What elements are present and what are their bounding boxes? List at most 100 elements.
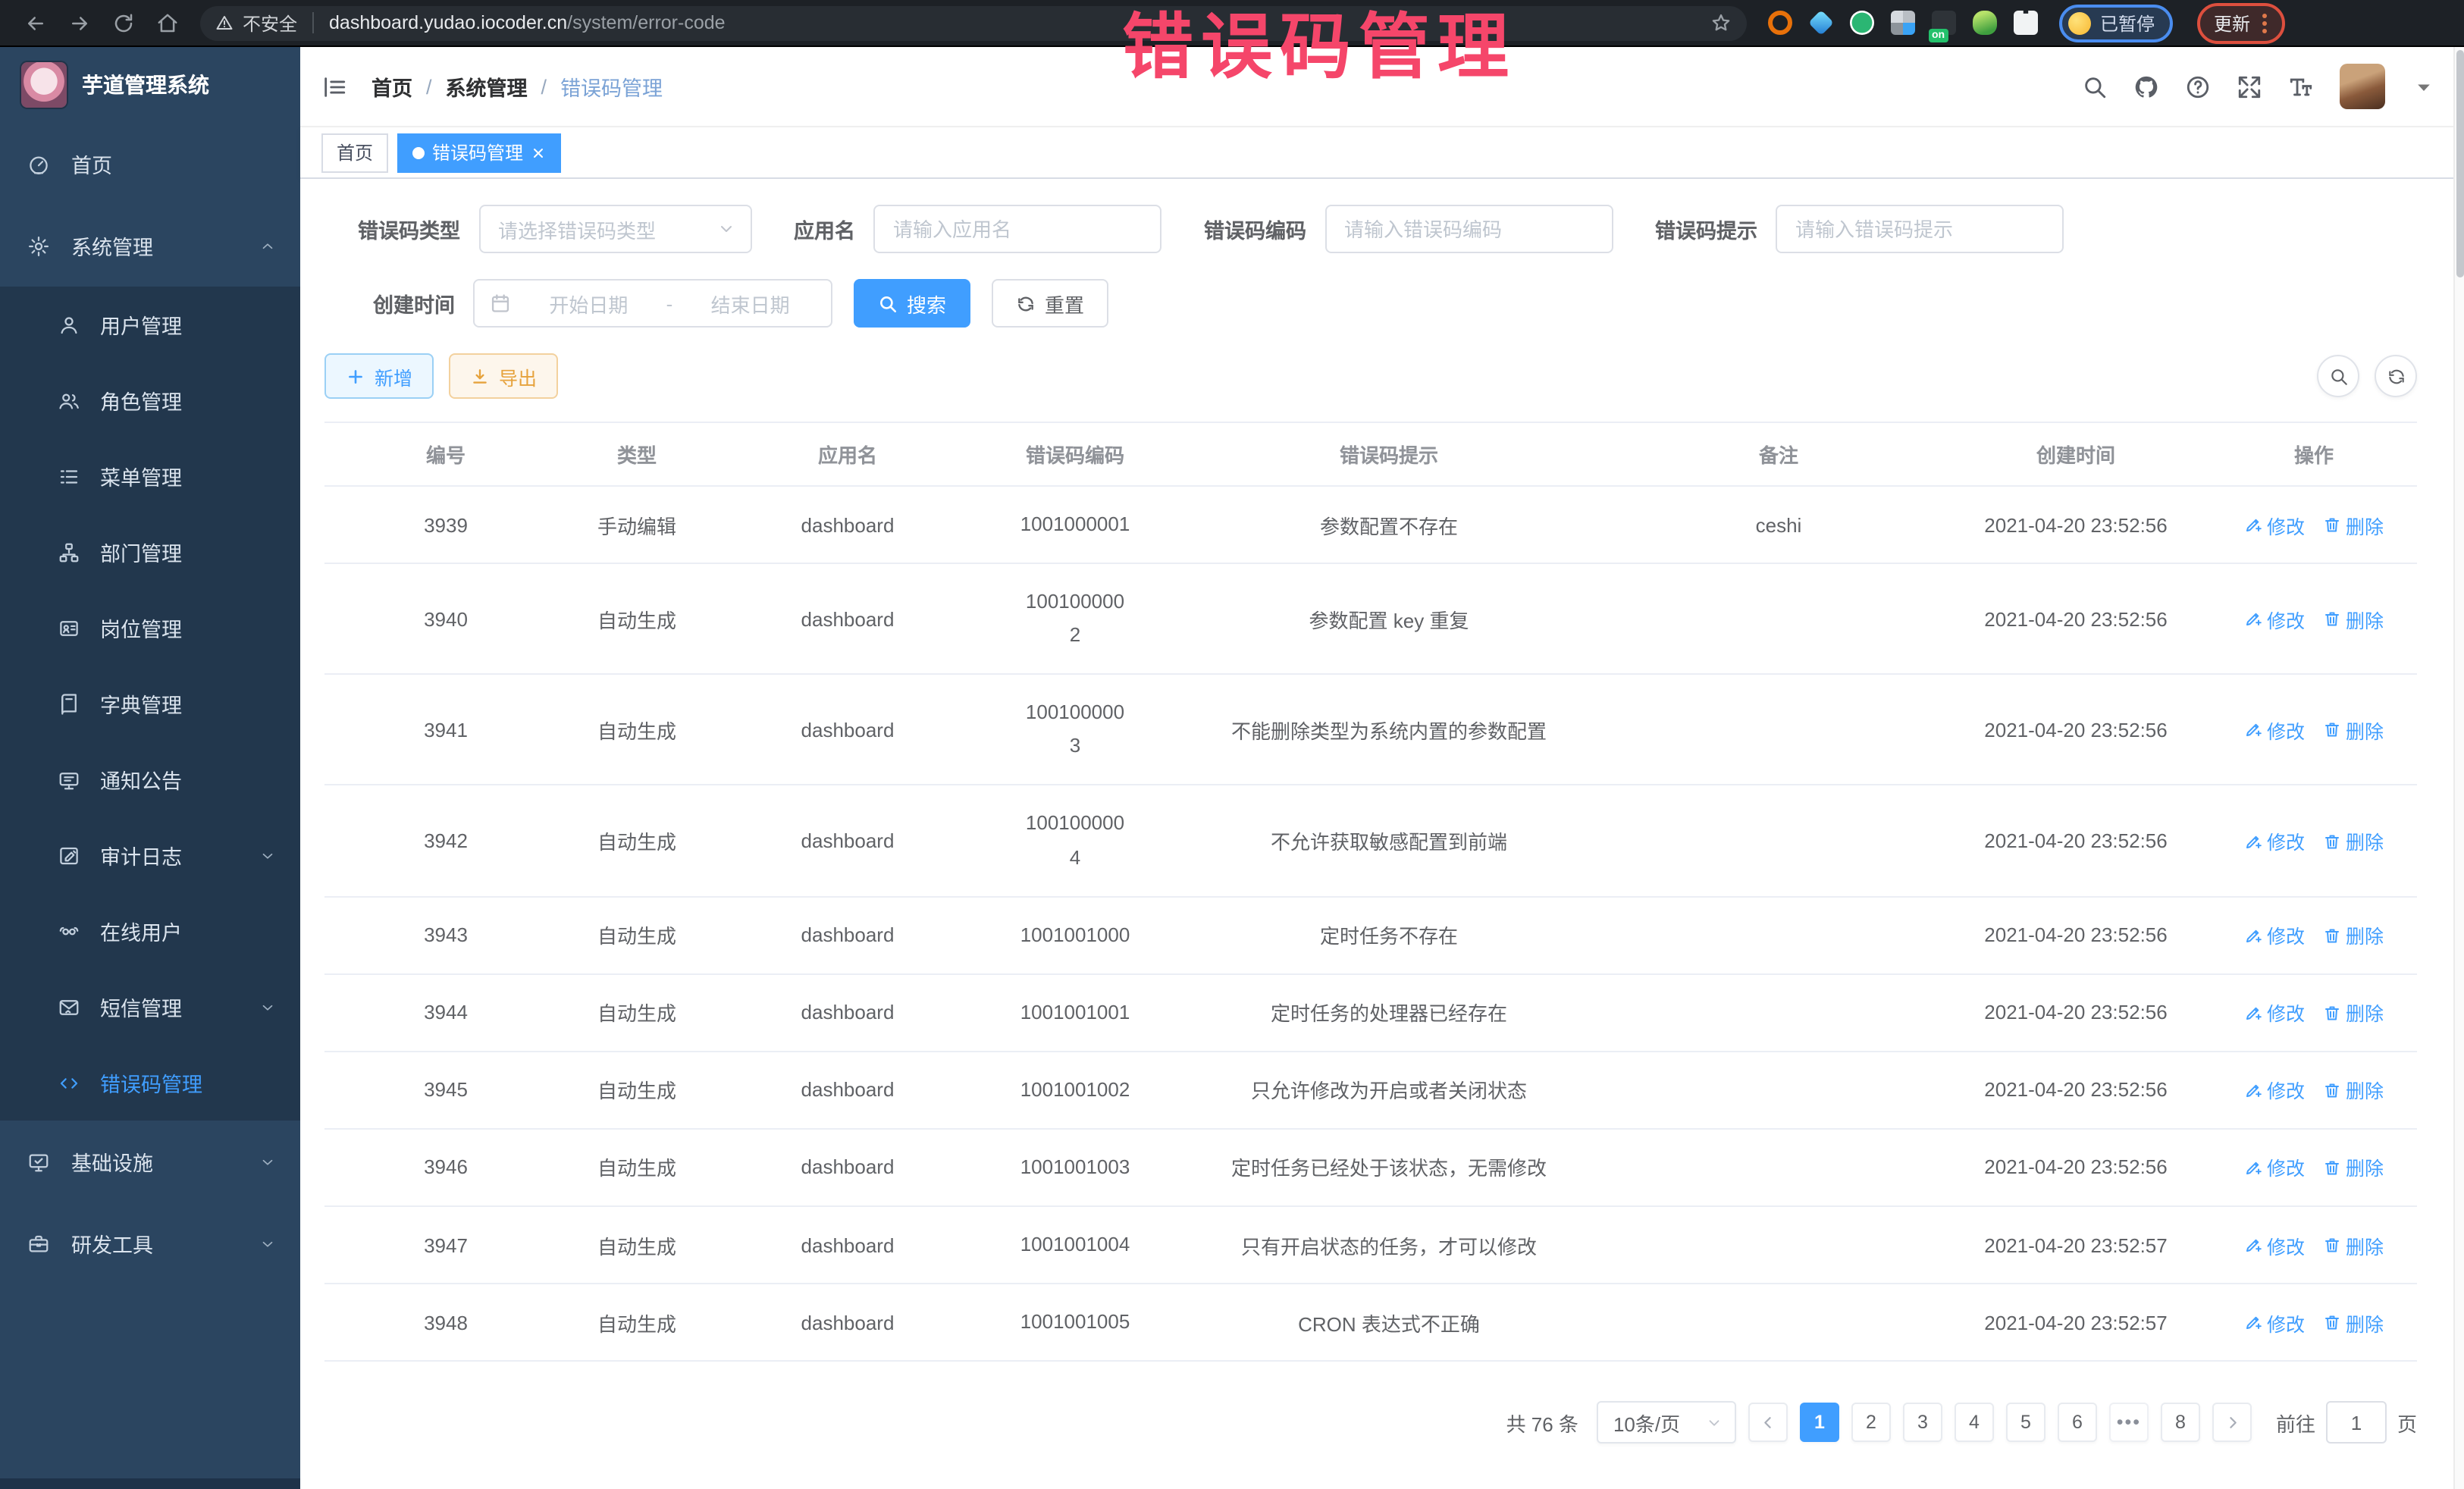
scrollbar-thumb[interactable] — [2456, 50, 2464, 277]
breadcrumb-system[interactable]: 系统管理 — [446, 71, 528, 102]
next-page-button[interactable] — [2212, 1403, 2252, 1442]
delete-link[interactable]: 删除 — [2323, 826, 2384, 855]
search-button[interactable]: 搜索 — [854, 279, 970, 328]
sidebar-item-1[interactable]: 系统管理 — [0, 205, 300, 287]
ext-grid-icon[interactable] — [1891, 11, 1915, 35]
ext-key-icon[interactable] — [1973, 11, 1997, 35]
sidebar-item-12[interactable]: 错误码管理 — [0, 1045, 300, 1121]
sidebar-item-10[interactable]: 在线用户 — [0, 893, 300, 969]
sidebar: 芋道管理系统 首页系统管理用户管理角色管理菜单管理部门管理岗位管理字典管理通知公… — [0, 47, 300, 1489]
delete-link[interactable]: 删除 — [2323, 1153, 2384, 1182]
sidebar-item-11[interactable]: 短信管理 — [0, 969, 300, 1045]
page-unit-label: 页 — [2397, 1408, 2417, 1437]
font-size-icon[interactable] — [2288, 74, 2314, 99]
tab-1[interactable]: 错误码管理 — [397, 133, 561, 172]
add-button[interactable]: 新增 — [324, 353, 434, 399]
delete-link[interactable]: 删除 — [2323, 998, 2384, 1027]
edit-link[interactable]: 修改 — [2244, 1308, 2305, 1337]
sidebar-logo-row[interactable]: 芋道管理系统 — [0, 47, 300, 123]
page-button-1[interactable]: 1 — [1800, 1403, 1839, 1442]
reset-button[interactable]: 重置 — [992, 279, 1108, 328]
edit-link[interactable]: 修改 — [2244, 1076, 2305, 1105]
edit-link[interactable]: 修改 — [2244, 716, 2305, 744]
ext-vue-icon[interactable] — [1850, 11, 1874, 35]
help-icon[interactable] — [2185, 74, 2211, 99]
sidebar-menu: 首页系统管理用户管理角色管理菜单管理部门管理岗位管理字典管理通知公告审计日志在线… — [0, 123, 300, 1284]
ext-orange-icon[interactable] — [1768, 11, 1792, 35]
sidebar-item-3[interactable]: 角色管理 — [0, 362, 300, 438]
sidebar-item-7[interactable]: 字典管理 — [0, 666, 300, 741]
sidebar-item-0[interactable]: 首页 — [0, 123, 300, 205]
edit-link[interactable]: 修改 — [2244, 1230, 2305, 1259]
github-icon[interactable] — [2133, 74, 2159, 99]
browser-update-button[interactable]: 更新 — [2197, 2, 2285, 43]
sidebar-item-13[interactable]: 基础设施 — [0, 1121, 300, 1202]
back-icon[interactable] — [24, 11, 47, 34]
cell-type: 自动生成 — [567, 1052, 707, 1129]
security-indicator[interactable]: 不安全 — [215, 10, 297, 36]
delete-link[interactable]: 删除 — [2323, 920, 2384, 949]
app-name-input[interactable] — [873, 205, 1161, 253]
ext-puzzle-icon[interactable] — [2014, 11, 2038, 35]
page-button-6[interactable]: 6 — [2058, 1403, 2097, 1442]
prev-page-button[interactable] — [1748, 1403, 1788, 1442]
more-pages-button[interactable]: ••• — [2109, 1403, 2149, 1442]
error-code-input[interactable] — [1324, 205, 1613, 253]
sidebar-item-2[interactable]: 用户管理 — [0, 287, 300, 362]
sidebar-item-9[interactable]: 审计日志 — [0, 817, 300, 893]
sidebar-item-14[interactable]: 研发工具 — [0, 1202, 300, 1284]
paused-extension-badge[interactable]: 已暂停 — [2059, 4, 2173, 42]
page-button-4[interactable]: 4 — [1955, 1403, 1994, 1442]
breadcrumb-home[interactable]: 首页 — [371, 71, 412, 102]
edit-link[interactable]: 修改 — [2244, 1153, 2305, 1182]
ext-proxy-icon[interactable]: on — [1932, 11, 1956, 35]
error-type-select[interactable]: 请选择错误码类型 — [478, 205, 751, 253]
edit-link[interactable]: 修改 — [2244, 510, 2305, 539]
page-size-select[interactable]: 10条/页 — [1597, 1401, 1736, 1444]
chevron-up-icon — [259, 237, 276, 254]
tab-0[interactable]: 首页 — [321, 133, 388, 172]
date-range-picker[interactable]: 开始日期 - 结束日期 — [473, 279, 832, 328]
sidebar-item-5[interactable]: 部门管理 — [0, 514, 300, 590]
toggle-search-button[interactable] — [2317, 355, 2359, 397]
page-button-5[interactable]: 5 — [2006, 1403, 2045, 1442]
edit-link[interactable]: 修改 — [2244, 826, 2305, 855]
page-button-8[interactable]: 8 — [2161, 1403, 2200, 1442]
search-icon[interactable] — [2082, 74, 2108, 99]
refresh-table-button[interactable] — [2375, 355, 2417, 397]
delete-link[interactable]: 删除 — [2323, 1076, 2384, 1105]
browser-menu-icon[interactable] — [2262, 20, 2267, 25]
edit-link[interactable]: 修改 — [2244, 920, 2305, 949]
edit-link[interactable]: 修改 — [2244, 604, 2305, 633]
edit-link[interactable]: 修改 — [2244, 998, 2305, 1027]
delete-link[interactable]: 删除 — [2323, 510, 2384, 539]
error-hint-input[interactable] — [1776, 205, 2064, 253]
goto-page-input[interactable] — [2326, 1401, 2387, 1444]
page-scrollbar[interactable] — [2453, 47, 2464, 1489]
page-button-2[interactable]: 2 — [1851, 1403, 1891, 1442]
export-button[interactable]: 导出 — [449, 353, 558, 399]
address-bar[interactable]: 不安全 dashboard.yudao.iocoder.cn/system/er… — [200, 5, 1747, 40]
home-icon[interactable] — [156, 11, 179, 34]
delete-link[interactable]: 删除 — [2323, 1308, 2384, 1337]
user-avatar[interactable] — [2340, 64, 2385, 109]
fullscreen-icon[interactable] — [2237, 74, 2262, 99]
sidebar-item-6[interactable]: 岗位管理 — [0, 590, 300, 666]
sidebar-item-4[interactable]: 菜单管理 — [0, 438, 300, 514]
delete-link[interactable]: 删除 — [2323, 716, 2384, 744]
edit-icon — [2244, 516, 2262, 534]
hamburger-icon[interactable] — [300, 74, 371, 99]
page-button-3[interactable]: 3 — [1903, 1403, 1942, 1442]
delete-link[interactable]: 删除 — [2323, 604, 2384, 633]
caret-down-icon[interactable] — [2411, 74, 2437, 99]
close-icon[interactable] — [531, 145, 546, 160]
url-text[interactable]: dashboard.yudao.iocoder.cn/system/error-… — [329, 12, 1710, 33]
ext-gem-icon[interactable] — [1808, 10, 1834, 36]
bookmark-star-icon[interactable] — [1710, 12, 1732, 33]
reload-icon[interactable] — [112, 11, 135, 34]
forward-icon[interactable] — [68, 11, 91, 34]
delete-link[interactable]: 删除 — [2323, 1230, 2384, 1259]
table-tools — [2317, 355, 2417, 397]
sidebar-item-8[interactable]: 通知公告 — [0, 741, 300, 817]
screen: 不安全 dashboard.yudao.iocoder.cn/system/er… — [0, 0, 2464, 1489]
